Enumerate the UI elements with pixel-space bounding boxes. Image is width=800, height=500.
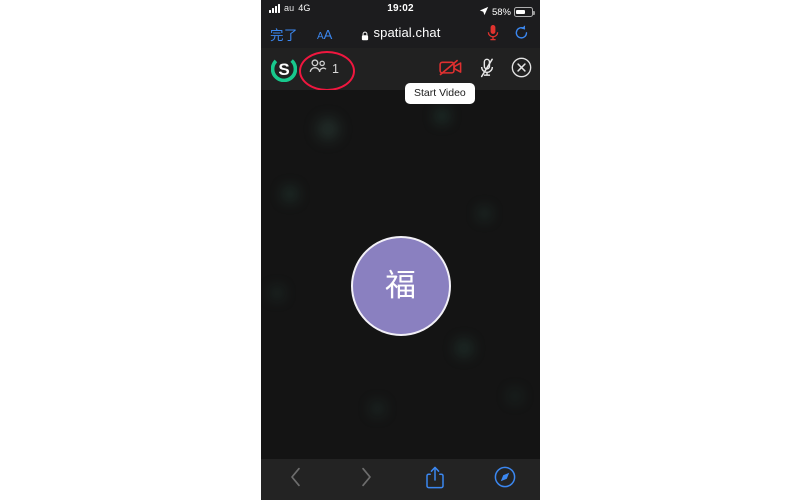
svg-text:S: S xyxy=(278,60,289,79)
location-arrow-icon xyxy=(479,3,489,21)
forward-button[interactable] xyxy=(331,467,401,492)
participant-count-label: 1 xyxy=(332,61,339,76)
chevron-right-icon xyxy=(360,467,372,492)
ambient-blob xyxy=(509,390,521,402)
reload-icon[interactable] xyxy=(514,24,529,47)
screenshot-root: au 4G 19:02 58% 完了 AA spatial.chat S 1 S… xyxy=(0,0,800,500)
phone-screenshot: au 4G 19:02 58% 完了 AA spatial.chat S 1 S… xyxy=(261,0,540,500)
avatar-label: 福 xyxy=(385,267,416,304)
safari-compass-icon xyxy=(494,466,516,493)
back-button[interactable] xyxy=(261,467,331,492)
status-bar-right: 58% xyxy=(479,3,535,21)
ambient-blob xyxy=(456,340,472,356)
ambient-blob xyxy=(283,187,297,201)
spatialchat-logo-icon[interactable]: S xyxy=(270,55,298,83)
share-button[interactable] xyxy=(401,466,471,494)
battery-percent-label: 58% xyxy=(491,6,511,18)
people-icon xyxy=(309,59,327,78)
safari-bottom-toolbar xyxy=(261,459,540,500)
spatial-canvas[interactable]: 福 xyxy=(261,90,540,459)
ios-status-bar: au 4G 19:02 58% xyxy=(261,0,540,20)
ambient-blob xyxy=(317,118,339,140)
tabs-button[interactable] xyxy=(470,466,540,493)
start-video-tooltip: Start Video xyxy=(405,83,475,104)
ambient-blob xyxy=(271,287,283,299)
microphone-muted-icon[interactable] xyxy=(479,58,495,83)
ambient-blob xyxy=(479,208,490,219)
safari-nav-bar: 完了 AA spatial.chat xyxy=(261,20,540,48)
spatialchat-toolbar: S 1 Start Video xyxy=(261,48,540,104)
spatialchat-toolbar-actions xyxy=(439,57,532,83)
ambient-blob xyxy=(371,402,384,415)
battery-icon xyxy=(514,7,535,17)
chevron-left-icon xyxy=(290,467,302,492)
participants-button[interactable]: 1 xyxy=(309,59,339,78)
close-circle-icon[interactable] xyxy=(511,57,532,83)
avatar[interactable]: 福 xyxy=(350,236,451,336)
ambient-blob xyxy=(436,110,448,122)
lock-icon xyxy=(361,28,369,40)
share-icon xyxy=(426,466,445,494)
url-host-label: spatial.chat xyxy=(373,25,441,40)
video-off-icon[interactable] xyxy=(439,58,463,82)
microphone-in-use-icon[interactable] xyxy=(486,24,500,47)
